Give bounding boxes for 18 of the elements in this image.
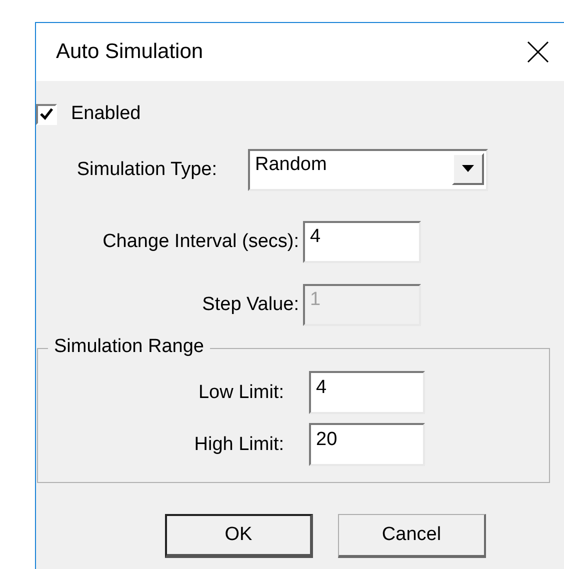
input-field[interactable]: 20 — [309, 423, 425, 466]
dialog-button[interactable]: OK — [165, 514, 313, 558]
window-title: Auto Simulation — [56, 40, 204, 64]
input-field[interactable]: 4 — [303, 221, 421, 263]
dropdown[interactable]: Random — [248, 149, 488, 191]
checkbox[interactable] — [36, 104, 57, 124]
field-label: Step Value: — [201, 294, 299, 316]
field-label: Low Limit: — [197, 382, 284, 404]
group-title: Simulation Range — [48, 336, 210, 358]
field-label: High Limit: — [193, 434, 284, 456]
checkbox-label: Enabled — [71, 103, 141, 125]
input-field[interactable]: 4 — [309, 371, 425, 414]
dialog-button[interactable]: Cancel — [338, 514, 486, 558]
check-icon — [39, 106, 54, 122]
field-label: Simulation Type: — [76, 159, 217, 181]
caret-icon — [462, 165, 474, 173]
field-label: Change Interval (secs): — [102, 231, 299, 253]
close-icon[interactable] — [527, 41, 549, 63]
